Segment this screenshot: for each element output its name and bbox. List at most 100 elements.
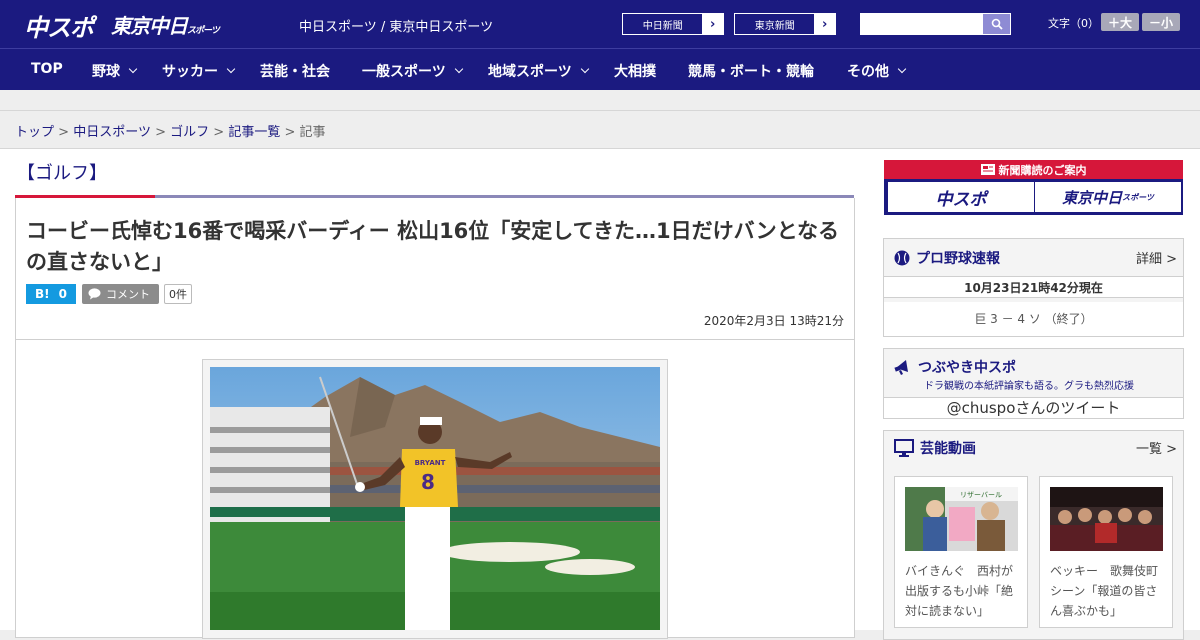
article-photo[interactable]: 8 BRYANT — [210, 367, 660, 630]
video-panel-title: 芸能動画 — [894, 438, 976, 458]
video-card[interactable]: リザーバール バイきんぐ 西村が出版するも小峠「絶対に読まない」 — [894, 476, 1028, 628]
video-caption: バイきんぐ 西村が出版するも小峠「絶対に読まない」 — [905, 564, 1014, 618]
baseball-detail-link[interactable]: 詳細 > — [1136, 248, 1177, 267]
breadcrumb-link-chunichi-sports[interactable]: 中日スポーツ — [73, 125, 151, 140]
video-caption: ベッキー 歌舞伎町シーン「報道の皆さん喜ぶかも」 — [1050, 564, 1159, 618]
font-size-label: 文字（0） — [1048, 17, 1099, 30]
tokyo-chunichi-logo[interactable]: 東京中日スポーツ — [111, 10, 220, 39]
comment-count[interactable]: 0件 — [164, 284, 192, 304]
video-thumbnail-image: リザーバール — [905, 487, 1018, 551]
baseball-timestamp: 10月23日21時42分現在 — [884, 276, 1183, 298]
nav-item-soccer[interactable]: サッカー — [162, 61, 236, 81]
hatena-count: 0 — [58, 287, 67, 301]
video-card[interactable]: ベッキー 歌舞伎町シーン「報道の皆さん喜ぶかも」 — [1039, 476, 1173, 628]
subscribe-tokyo-sub: スポーツ — [1122, 192, 1154, 202]
nav-label: 大相撲 — [614, 64, 656, 80]
nav-item-top[interactable]: TOP — [31, 61, 63, 77]
nav-label: 一般スポーツ — [362, 64, 446, 80]
sub-strip — [0, 90, 1200, 111]
thumbnail-sign-text: リザーバール — [960, 491, 1002, 499]
megaphone-icon — [894, 360, 908, 375]
baseball-panel-title: プロ野球速報 — [894, 248, 1000, 268]
font-larger-button[interactable]: ＋大 — [1101, 13, 1139, 31]
article-divider — [16, 339, 854, 340]
chuspo-logo[interactable]: 中スポ — [24, 8, 94, 43]
nav-item-general-sports[interactable]: 一般スポーツ — [362, 61, 463, 81]
breadcrumb-link-article-list[interactable]: 記事一覧 — [228, 125, 280, 140]
comment-button[interactable]: コメント — [82, 284, 159, 304]
search-icon — [991, 18, 1003, 30]
chevron-right-icon: › — [814, 14, 835, 34]
video-thumbnail: リザーバール — [905, 487, 1018, 551]
nav-label: 地域スポーツ — [488, 64, 572, 80]
subscribe-tokyo-logo[interactable]: 東京中日 スポーツ — [1035, 182, 1181, 212]
subscribe-tokyo-text: 東京中日 — [1062, 188, 1123, 207]
subscription-title: 新聞購読のご案内 — [998, 163, 1087, 177]
nav-item-regional-sports[interactable]: 地域スポーツ — [488, 61, 589, 81]
speech-bubble-icon — [88, 288, 101, 300]
video-list-link[interactable]: 一覧 > — [1136, 438, 1177, 457]
jersey-name: BRYANT — [415, 459, 446, 467]
video-thumbnail — [1050, 487, 1163, 551]
chevron-down-icon — [454, 64, 463, 74]
chevron-down-icon — [226, 64, 236, 74]
nav-item-other[interactable]: その他 — [847, 61, 907, 81]
tokyo-shimbun-link[interactable]: 東京新聞 › — [734, 13, 836, 35]
subscription-banner[interactable]: 新聞購読のご案内 中スポ 東京中日 スポーツ — [884, 160, 1183, 215]
nav-label: 芸能・社会 — [260, 64, 330, 80]
newspaper-icon — [980, 164, 995, 175]
nav-label: その他 — [847, 64, 889, 80]
hatena-bookmark-button[interactable]: B! 0 — [26, 284, 76, 304]
publish-date: 2020年2月3日 13時21分 — [703, 314, 844, 328]
hatena-icon: B! — [35, 287, 50, 301]
golfer-photo-image: 8 BRYANT — [210, 367, 660, 630]
font-smaller-button[interactable]: －小 — [1142, 13, 1180, 31]
nav-label: 競馬・ボート・競輪 — [688, 64, 814, 80]
nav-item-entertainment[interactable]: 芸能・社会 — [260, 61, 330, 81]
subscribe-chuspo-logo[interactable]: 中スポ — [888, 182, 1034, 212]
newspaper-link-label: 中日新聞 — [642, 20, 683, 32]
nav-item-sumo[interactable]: 大相撲 — [614, 61, 656, 81]
breadcrumb-separator: > — [58, 125, 70, 140]
subscription-header: 新聞購読のご案内 — [884, 160, 1183, 179]
chevron-down-icon — [897, 64, 907, 74]
tweet-panel-title: つぶやき中スポ — [894, 357, 1016, 377]
tokyo-logo-text: 東京中日 — [111, 14, 188, 38]
entertainment-video-panel: 芸能動画 一覧 > リザーバール バイきんぐ 西村が出版するも小峠「絶対に読まな… — [883, 430, 1184, 640]
breadcrumb-link-top[interactable]: トップ — [15, 125, 54, 140]
tweet-panel: つぶやき中スポ ドラ観戦の本紙評論家も語る。グラも熱烈応援 @chuspoさんの… — [883, 348, 1184, 419]
chevron-down-icon — [580, 64, 589, 74]
comment-label: コメント — [106, 288, 150, 301]
nav-item-baseball[interactable]: 野球 — [92, 61, 138, 81]
video-panel-title-text: 芸能動画 — [920, 441, 976, 457]
jersey-number: 8 — [421, 470, 435, 494]
breadcrumb-separator: > — [284, 125, 296, 140]
search-button[interactable] — [982, 13, 1011, 35]
newspaper-link-label: 東京新聞 — [754, 20, 795, 32]
nav-label: 野球 — [92, 64, 120, 80]
main-nav: TOP 野球 サッカー 芸能・社会 一般スポーツ 地域スポーツ 大相撲 競馬・ボ… — [0, 48, 1200, 90]
baseball-score[interactable]: 巨 3 － 4 ソ （終了） — [884, 302, 1183, 336]
article-headline: コービー氏悼む16番で喝采バーディー 松山16位「安定してきた…1日だけバンとな… — [26, 219, 840, 274]
tweet-panel-title-text: つぶやき中スポ — [918, 360, 1016, 376]
breadcrumb-separator: > — [155, 125, 166, 140]
site-title[interactable]: 中日スポーツ / 東京中日スポーツ — [299, 16, 493, 35]
article-category: 【ゴルフ】 — [17, 163, 107, 184]
nav-label: サッカー — [162, 64, 218, 80]
breadcrumb-separator: > — [213, 125, 225, 140]
baseball-icon — [894, 250, 910, 266]
search-input[interactable] — [860, 13, 983, 35]
monitor-icon — [894, 439, 914, 457]
chevron-right-icon: › — [702, 14, 723, 34]
baseball-score-panel: プロ野球速報 詳細 > 10月23日21時42分現在 巨 3 － 4 ソ （終了… — [883, 238, 1184, 337]
video-thumbnail-image — [1050, 487, 1163, 551]
breadcrumb-link-golf[interactable]: ゴルフ — [170, 125, 209, 140]
nav-item-racing[interactable]: 競馬・ボート・競輪 — [688, 61, 814, 81]
chevron-down-icon — [128, 64, 138, 74]
chunichi-shimbun-link[interactable]: 中日新聞 › — [622, 13, 724, 35]
twitter-link[interactable]: @chuspoさんのツイート — [884, 397, 1183, 418]
tweet-panel-subtitle: ドラ観戦の本紙評論家も語る。グラも熱烈応援 — [924, 381, 1134, 392]
breadcrumb: トップ > 中日スポーツ > ゴルフ > 記事一覧 > 記事 — [15, 121, 326, 140]
baseball-panel-title-text: プロ野球速報 — [916, 251, 1000, 267]
breadcrumb-current: 記事 — [299, 125, 326, 140]
